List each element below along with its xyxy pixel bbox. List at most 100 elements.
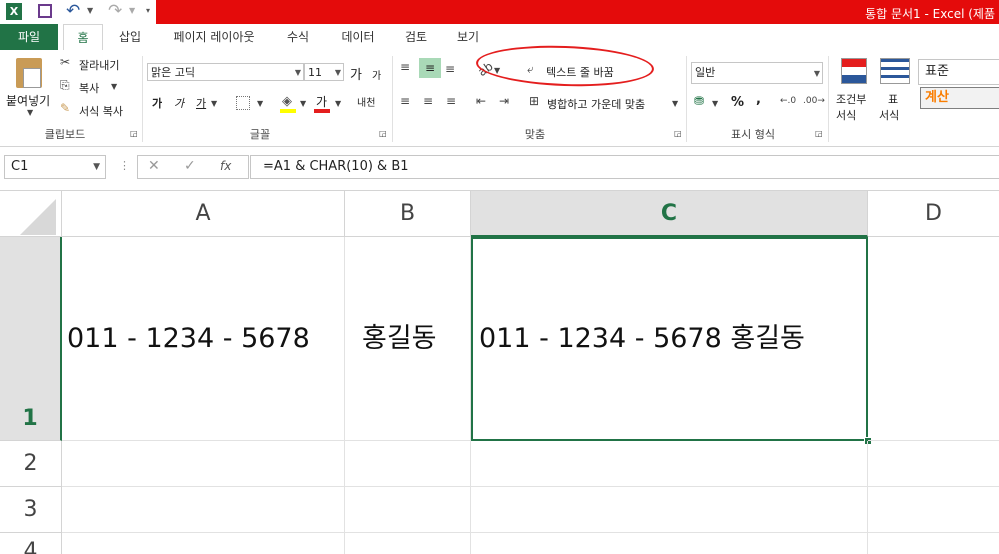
row-header-1[interactable]: 1 [0,237,62,441]
cell-c1[interactable]: 011 - 1234 - 5678 홍길동 [471,237,868,441]
formula-bar: C1 ▼ ⋮ ✕ ✓ fx =A1 & CHAR(10) & B1 [0,147,999,191]
cell-b2[interactable] [345,441,471,487]
align-middle-icon[interactable]: ≡ [419,58,441,78]
percent-button[interactable]: % [731,95,744,110]
cell-d3[interactable] [868,487,999,533]
tab-data[interactable]: 데이터 [333,24,383,50]
merge-dropdown-icon[interactable]: ▼ [672,99,678,108]
italic-button[interactable]: 가 [174,95,184,111]
font-size-select[interactable]: 11 ▼ [304,63,344,81]
copy-dropdown-icon[interactable]: ▼ [111,82,117,91]
tab-formulas[interactable]: 수식 [280,24,316,50]
number-format-select[interactable]: 일반 ▼ [691,62,823,84]
align-center-icon[interactable]: ≡ [423,94,433,108]
cell-a2[interactable] [62,441,345,487]
cell-c3[interactable] [471,487,868,533]
name-box[interactable]: C1 ▼ [4,155,106,179]
enter-icon[interactable]: ✓ [184,158,196,174]
cell-b4[interactable] [345,533,471,554]
save-icon[interactable] [38,4,52,18]
font-color-button[interactable]: 가 [316,93,327,110]
borders-dropdown-icon[interactable]: ▼ [257,99,263,108]
merge-center-icon[interactable]: ⊞ [529,94,539,108]
fill-color-dropdown-icon[interactable]: ▼ [300,99,306,108]
row-header-2[interactable]: 2 [0,441,62,487]
insert-function-icon[interactable]: fx [220,159,231,173]
redo-dropdown-icon[interactable]: ▼ [129,6,135,15]
decrease-decimal-icon[interactable]: .00→ [803,96,825,106]
formula-input[interactable]: =A1 & CHAR(10) & B1 [250,155,999,179]
grow-font-button[interactable]: 가 [350,64,362,83]
font-launcher-icon[interactable]: ◲ [379,129,387,138]
accounting-format-icon[interactable]: ⛃ [694,94,704,108]
style-calculation[interactable]: 계산 [920,87,999,109]
decrease-indent-icon[interactable]: ⇤ [476,94,486,108]
paste-button[interactable]: 붙여넣기 [6,92,50,109]
align-right-icon[interactable]: ≡ [446,94,456,108]
clipboard-launcher-icon[interactable]: ◲ [130,129,138,138]
redo-icon[interactable]: ↷ [108,1,122,21]
cell-b1[interactable]: 홍길동 [345,237,471,441]
tab-insert[interactable]: 삽입 [112,24,148,50]
font-name-select[interactable]: 맑은 고딕 ▼ [147,63,304,81]
window-title: 통합 문서1 - Excel (제품 [865,7,995,21]
column-header-d[interactable]: D [868,191,999,237]
cancel-icon[interactable]: ✕ [148,158,160,174]
borders-icon[interactable] [236,96,250,110]
undo-icon[interactable]: ↶ [66,1,80,21]
undo-dropdown-icon[interactable]: ▼ [87,6,93,15]
conditional-formatting-icon[interactable] [841,58,867,84]
paste-dropdown-icon[interactable]: ▼ [27,108,33,117]
cell-d1[interactable] [868,237,999,441]
format-painter-icon[interactable]: ✎ [60,101,70,115]
column-header-a[interactable]: A [62,191,345,237]
accounting-dropdown-icon[interactable]: ▼ [712,99,718,108]
tab-review[interactable]: 검토 [398,24,434,50]
conditional-formatting-button[interactable]: 조건부 [836,91,866,107]
cut-button[interactable]: 잘라내기 [79,57,119,73]
copy-icon[interactable]: ⎘ [60,78,70,93]
cut-icon[interactable]: ✂ [60,55,70,69]
tab-file[interactable]: 파일 [0,24,58,50]
underline-dropdown-icon[interactable]: ▼ [211,99,217,108]
row-header-4[interactable]: 4 [0,533,62,554]
cell-c2[interactable] [471,441,868,487]
copy-button[interactable]: 복사 [79,80,99,96]
comma-button[interactable]: , [756,92,761,107]
cell-a3[interactable] [62,487,345,533]
cell-a1[interactable]: 011 - 1234 - 5678 [62,237,345,441]
more-options-icon: ⋮ [119,159,130,172]
cell-b3[interactable] [345,487,471,533]
paste-icon[interactable] [16,58,42,88]
align-bottom-icon[interactable]: ≡ [445,62,455,76]
style-normal[interactable]: 표준 [918,59,999,85]
underline-button[interactable]: 가 [196,95,206,111]
font-color-dropdown-icon[interactable]: ▼ [335,99,341,108]
cell-d2[interactable] [868,441,999,487]
merge-center-button[interactable]: 병합하고 가운데 맞춤 [547,96,645,112]
select-all-button[interactable] [0,191,62,237]
tab-home[interactable]: 홈 [63,24,103,51]
align-top-icon[interactable]: ≡ [400,60,410,74]
bold-button[interactable]: 가 [152,95,162,111]
fill-color-icon[interactable]: ◈ [282,94,292,109]
format-painter-button[interactable]: 서식 복사 [79,103,123,119]
column-header-b[interactable]: B [345,191,471,237]
tab-page-layout[interactable]: 페이지 레이아웃 [164,24,264,50]
format-as-table-icon[interactable] [880,58,910,84]
increase-indent-icon[interactable]: ⇥ [499,94,509,108]
cell-d4[interactable] [868,533,999,554]
cell-c4[interactable] [471,533,868,554]
align-left-icon[interactable]: ≡ [400,94,410,108]
tab-view[interactable]: 보기 [450,24,486,50]
customize-qat-icon[interactable]: ▾ [146,6,150,15]
row-header-3[interactable]: 3 [0,487,62,533]
format-as-table-button[interactable]: 표 [888,91,898,107]
phonetic-button[interactable]: 내천 [357,94,375,109]
cell-a4[interactable] [62,533,345,554]
column-header-c[interactable]: C [471,191,868,237]
increase-decimal-icon[interactable]: ←.0 [780,96,796,106]
number-launcher-icon[interactable]: ◲ [815,129,823,138]
shrink-font-button[interactable]: 가 [372,67,381,82]
alignment-launcher-icon[interactable]: ◲ [674,129,682,138]
